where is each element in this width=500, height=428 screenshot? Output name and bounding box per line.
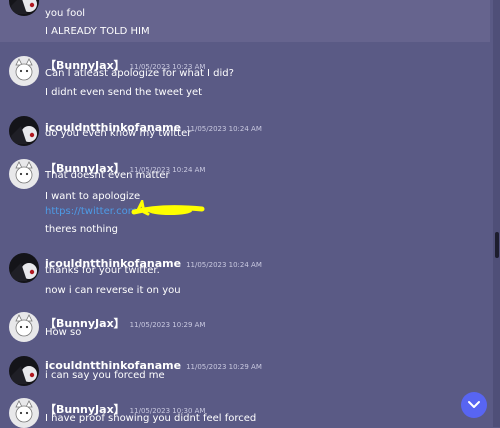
- timestamp: 11/05/2023 10:24 AM: [186, 261, 262, 269]
- message-text: thanks for your twitter.: [45, 265, 160, 276]
- message-text: I want to apologize: [45, 191, 141, 202]
- message-text: That doesnt even matter: [45, 170, 170, 181]
- scrollbar[interactable]: [493, 0, 500, 427]
- jump-to-present-button[interactable]: [461, 392, 487, 418]
- message-text: Can I atleast apologize for what I did?: [45, 68, 234, 79]
- message-group-2: icouldntthinkofaname 11/05/2023 10:24 AM …: [0, 116, 490, 146]
- timestamp: 11/05/2023 10:24 AM: [186, 125, 262, 133]
- cat-avatar-icon[interactable]: [9, 312, 39, 342]
- cat-avatar-icon[interactable]: [9, 398, 39, 428]
- message-text: I didnt even send the tweet yet: [45, 87, 203, 98]
- chat-message-list: you fool I ALREADY TOLD HIM 【BunnyJax】 11…: [0, 0, 500, 428]
- dark-character-avatar-icon[interactable]: [9, 116, 39, 146]
- redaction-scribble: [131, 200, 205, 216]
- message-text: How so: [45, 327, 82, 338]
- dark-character-avatar-icon[interactable]: [9, 253, 39, 283]
- twitter-link[interactable]: https://twitter.com: [45, 206, 137, 217]
- message-group-4: icouldntthinkofaname 11/05/2023 10:24 AM …: [0, 252, 490, 298]
- dark-character-avatar-icon[interactable]: [9, 0, 39, 16]
- message-text: I have proof showing you didnt feel forc…: [45, 413, 257, 424]
- dark-character-avatar-icon[interactable]: [9, 356, 39, 386]
- scrollbar-thumb[interactable]: [495, 232, 499, 258]
- message-text: I ALREADY TOLD HIM: [45, 26, 150, 37]
- cat-avatar-icon[interactable]: [9, 159, 39, 189]
- message-text: i can say you forced me: [45, 370, 165, 381]
- chevron-down-icon: [468, 401, 480, 408]
- message-group-3: 【BunnyJax】 11/05/2023 10:24 AM That doesn…: [0, 156, 490, 238]
- message-text: now i can reverse it on you: [45, 285, 181, 296]
- timestamp: 11/05/2023 10:29 AM: [186, 363, 262, 371]
- message-group-5: 【BunnyJax】 11/05/2023 10:29 AM How so: [0, 312, 490, 342]
- timestamp: 11/05/2023 10:29 AM: [129, 321, 206, 329]
- message-text: do you even know my twitter: [45, 128, 192, 139]
- message-text: you fool: [45, 8, 86, 19]
- message-group-6: icouldntthinkofaname 11/05/2023 10:29 AM …: [0, 354, 490, 386]
- message-group-0: you fool I ALREADY TOLD HIM: [0, 0, 490, 42]
- message-text: theres nothing: [45, 224, 119, 235]
- cat-avatar-icon[interactable]: [9, 56, 39, 86]
- message-group-7: 【BunnyJax】 11/05/2023 10:30 AM I have pro…: [0, 396, 490, 428]
- message-group-1: 【BunnyJax】 11/05/2023 10:23 AM Can I atle…: [0, 52, 490, 100]
